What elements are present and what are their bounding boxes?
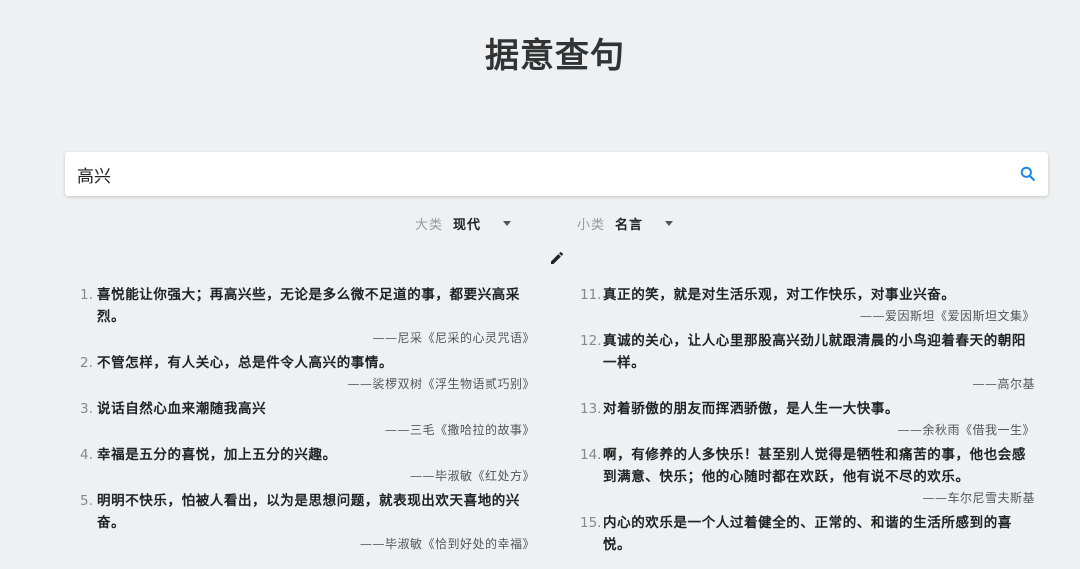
item-number: 15. [580, 515, 602, 531]
search-icon[interactable] [1018, 164, 1038, 184]
quote-source: ——爱因斯坦《爱因斯坦文集》 [859, 309, 1035, 323]
list-item[interactable]: 2. 不管怎样，有人关心，总是件令人高兴的事情。 ——裟椤双树《浮生物语贰巧别》 [80, 352, 535, 394]
quote-source: ——毕淑敏《红处方》 [409, 469, 535, 483]
list-item[interactable]: 14. 啊，有修养的人多快乐！甚至别人觉得是牺牲和痛苦的事，他也会感到满意、快乐；… [580, 444, 1035, 508]
minor-category-select[interactable]: 小类 名言 [577, 212, 674, 234]
list-item[interactable]: 11. 真正的笑，就是对生活乐观，对工作快乐，对事业兴奋。 ——爱因斯坦《爱因斯坦… [580, 284, 1035, 326]
major-category-label: 大类 [415, 217, 444, 233]
quote-source: ——裟椤双树《浮生物语贰巧别》 [347, 377, 535, 391]
item-number: 3. [80, 401, 93, 417]
quote-text: 对着骄傲的朋友而挥洒骄傲，是人生一大快事。 [603, 401, 900, 417]
list-item[interactable]: 3. 说话自然心血来潮随我高兴 ——三毛《撒哈拉的故事》 [80, 398, 535, 440]
item-number: 12. [580, 333, 602, 349]
quote-text: 说话自然心血来潮随我高兴 [97, 401, 267, 417]
page-title: 据意查句 [485, 36, 625, 76]
item-number: 11. [580, 287, 602, 303]
search-input[interactable] [77, 152, 997, 196]
pencil-icon[interactable] [549, 250, 565, 266]
item-number: 4. [80, 447, 93, 463]
major-category-value: 现代 [453, 217, 482, 233]
list-item[interactable]: 1. 喜悦能让你强大；再高兴些，无论是多么微不足道的事，都要兴高采烈。 ——尼采《… [80, 284, 535, 348]
result-list-right: 11. 真正的笑，就是对生活乐观，对工作快乐，对事业兴奋。 ——爱因斯坦《爱因斯坦… [580, 284, 1035, 560]
quote-source: ——三毛《撒哈拉的故事》 [384, 423, 535, 437]
quote-text: 啊，有修养的人多快乐！甚至别人觉得是牺牲和痛苦的事，他也会感到满意、快乐；他的心… [603, 447, 1026, 485]
quote-text: 喜悦能让你强大；再高兴些，无论是多么微不足道的事，都要兴高采烈。 [97, 287, 520, 325]
item-number: 14. [580, 447, 602, 463]
item-number: 13. [580, 401, 602, 417]
quote-text: 明明不快乐，怕被人看出，以为是思想问题，就表现出欢天喜地的兴奋。 [97, 493, 520, 531]
result-list-left: 1. 喜悦能让你强大；再高兴些，无论是多么微不足道的事，都要兴高采烈。 ——尼采《… [80, 284, 535, 558]
quote-source: ——余秋雨《借我一生》 [897, 423, 1035, 437]
quote-text: 不管怎样，有人关心，总是件令人高兴的事情。 [97, 355, 394, 371]
item-number: 5. [80, 493, 93, 509]
quote-text: 真正的笑，就是对生活乐观，对工作快乐，对事业兴奋。 [603, 287, 956, 303]
search-box [65, 152, 1048, 196]
item-number: 1. [80, 287, 93, 303]
caret-down-icon [503, 220, 512, 226]
quote-source: ——尼采《尼采的心灵咒语》 [372, 331, 535, 345]
quote-text: 真诚的关心，让人心里那股高兴劲儿就跟清晨的小鸟迎着春天的朝阳一样。 [603, 333, 1026, 371]
minor-category-value: 名言 [615, 217, 644, 233]
list-item[interactable]: 13. 对着骄傲的朋友而挥洒骄傲，是人生一大快事。 ——余秋雨《借我一生》 [580, 398, 1035, 440]
list-item[interactable]: 4. 幸福是五分的喜悦，加上五分的兴趣。 ——毕淑敏《红处方》 [80, 444, 535, 486]
quote-source: ——车尔尼雪夫斯基 [922, 491, 1035, 505]
quote-text: 内心的欢乐是一个人过着健全的、正常的、和谐的生活所感到的喜悦。 [603, 515, 1012, 553]
item-number: 2. [80, 355, 93, 371]
major-category-select[interactable]: 大类 现代 [415, 212, 512, 234]
list-item[interactable]: 5. 明明不快乐，怕被人看出，以为是思想问题，就表现出欢天喜地的兴奋。 ——毕淑敏… [80, 490, 535, 554]
filter-bar: 大类 现代 小类 名言 [0, 212, 1080, 234]
caret-down-icon [665, 220, 674, 226]
minor-category-label: 小类 [577, 217, 606, 233]
list-item[interactable]: 12. 真诚的关心，让人心里那股高兴劲儿就跟清晨的小鸟迎着春天的朝阳一样。 ——高… [580, 330, 1035, 394]
page: 据意查句 大类 现代 小类 名言 1.喜悦能让你强大；再高兴些，无论是多么微不足… [0, 0, 1080, 569]
quote-source: ——高尔基 [972, 377, 1035, 391]
quote-source: ——毕淑敏《恰到好处的幸福》 [359, 537, 535, 551]
list-item[interactable]: 15. 内心的欢乐是一个人过着健全的、正常的、和谐的生活所感到的喜悦。 [580, 512, 1035, 556]
quote-text: 幸福是五分的喜悦，加上五分的兴趣。 [97, 447, 337, 463]
